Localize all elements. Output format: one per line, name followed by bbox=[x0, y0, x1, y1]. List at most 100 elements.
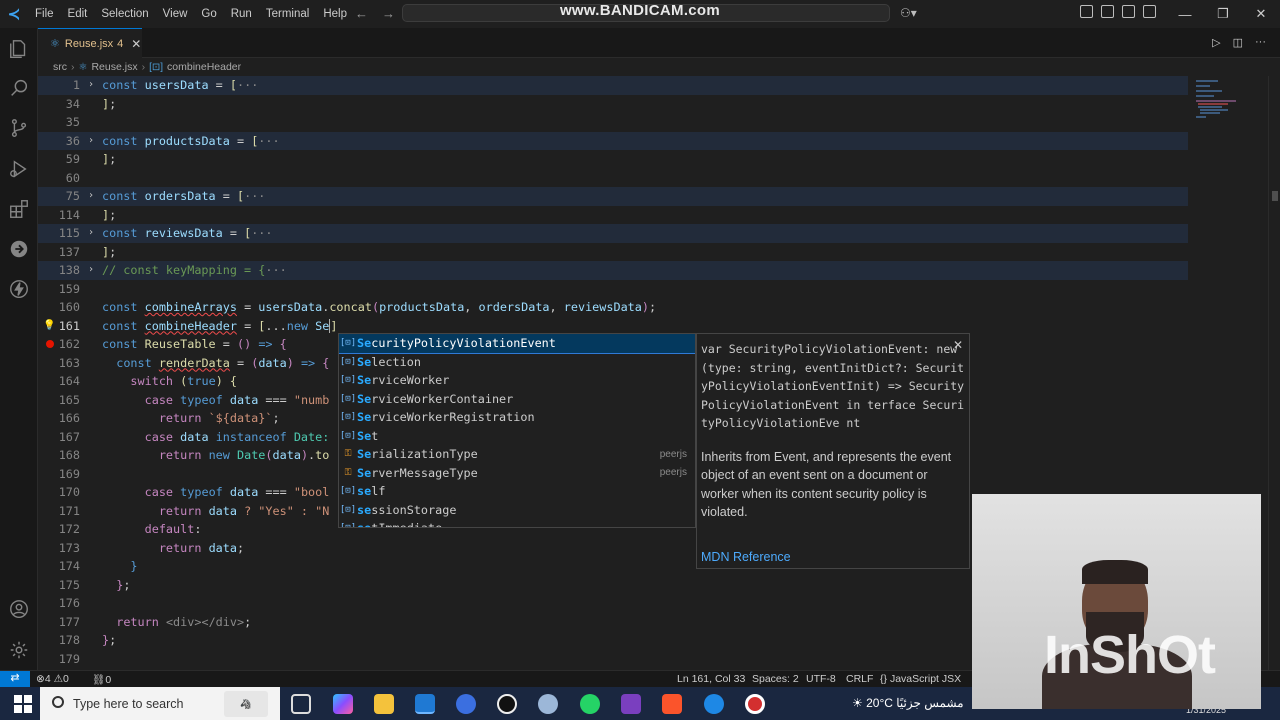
more-actions-icon[interactable]: ··· bbox=[1255, 36, 1266, 49]
toggle-primary-sidebar-icon[interactable] bbox=[1101, 5, 1114, 18]
toggle-panel-icon[interactable] bbox=[1122, 5, 1135, 18]
run-file-icon[interactable]: ▷ bbox=[1212, 36, 1220, 49]
fold-chevron-icon[interactable]: › bbox=[88, 224, 94, 243]
suggestion-item[interactable]: [⊡] SecurityPolicyViolationEvent bbox=[339, 334, 695, 354]
variable-icon: [⊡] bbox=[339, 375, 357, 386]
chevron-right-icon: › bbox=[71, 61, 75, 73]
react-file-icon: ⚛ bbox=[78, 61, 88, 73]
forward-arrow-icon[interactable]: → bbox=[382, 6, 395, 21]
code-line: 34]; bbox=[65, 96, 117, 111]
task-view-icon[interactable] bbox=[291, 694, 311, 714]
menu-go[interactable]: Go bbox=[194, 8, 223, 20]
type-icon: ⚿ bbox=[344, 467, 352, 478]
line-ending[interactable]: CRLF bbox=[846, 673, 873, 685]
close-window-icon[interactable]: ✕ bbox=[1242, 0, 1280, 28]
variable-icon: [⊡] bbox=[339, 356, 357, 367]
suggestion-item[interactable]: [⊡] ServiceWorkerRegistration bbox=[339, 408, 695, 427]
windows-start-icon[interactable] bbox=[14, 695, 32, 713]
suggestion-item[interactable]: [⊡] Selection bbox=[339, 353, 695, 372]
menu-help[interactable]: Help bbox=[316, 8, 354, 20]
copilot-app-icon[interactable] bbox=[333, 694, 353, 714]
indentation[interactable]: Spaces: 2 bbox=[752, 673, 799, 685]
tab-reuse-jsx[interactable]: ⚛ Reuse.jsx 4 ✕ bbox=[38, 28, 142, 58]
mdn-reference-link[interactable]: MDN Reference bbox=[701, 550, 791, 564]
search-icon[interactable] bbox=[7, 76, 31, 100]
source-control-icon[interactable] bbox=[7, 116, 31, 140]
thunder-icon[interactable] bbox=[7, 277, 31, 301]
weather-widget[interactable]: ☀ 20°C مشمس جزئيًا bbox=[852, 696, 964, 710]
suggestion-item[interactable]: [⊡] ServiceWorkerContainer bbox=[339, 390, 695, 409]
problems-indicator[interactable]: ⊗4 ⚠0 bbox=[36, 673, 69, 685]
remote-indicator-icon[interactable]: ⇄ bbox=[0, 671, 30, 688]
code-line: 35 bbox=[65, 115, 80, 129]
editor-tab-strip: ⚛ Reuse.jsx 4 ✕ ▷ ◫ ··· bbox=[38, 28, 1280, 58]
ports-indicator[interactable]: ⛓0 bbox=[92, 673, 111, 686]
code-line: 159 bbox=[58, 281, 80, 296]
menu-bar: File Edit Selection View Go Run Terminal… bbox=[28, 8, 354, 20]
suggestion-item[interactable]: ⚿ ServerMessageType peerjs bbox=[339, 464, 695, 483]
menu-view[interactable]: View bbox=[156, 8, 195, 20]
taskbar-search[interactable]: Type here to search 🦓 bbox=[40, 687, 280, 720]
close-tab-icon[interactable]: ✕ bbox=[131, 37, 141, 51]
breadcrumb-file[interactable]: Reuse.jsx bbox=[91, 61, 137, 73]
minimize-icon[interactable]: — bbox=[1166, 0, 1204, 28]
suggestion-item[interactable]: [⊡] sessionStorage bbox=[339, 501, 695, 520]
run-debug-icon[interactable] bbox=[7, 157, 31, 181]
github-icon[interactable] bbox=[497, 694, 517, 714]
cursor-position[interactable]: Ln 161, Col 33 bbox=[677, 673, 745, 685]
autocomplete-list: [⊡] SecurityPolicyViolationEvent [⊡] Selec… bbox=[338, 333, 696, 528]
copilot-icon[interactable]: ⚇▾ bbox=[900, 6, 917, 20]
vscode-taskbar-icon[interactable] bbox=[415, 694, 435, 714]
menu-terminal[interactable]: Terminal bbox=[259, 8, 316, 20]
menu-file[interactable]: File bbox=[28, 8, 61, 20]
menu-run[interactable]: Run bbox=[224, 8, 259, 20]
whatsapp-icon[interactable] bbox=[580, 694, 600, 714]
bandicam-record-icon[interactable] bbox=[745, 694, 765, 714]
fold-chevron-icon[interactable]: › bbox=[88, 132, 94, 151]
menu-edit[interactable]: Edit bbox=[61, 8, 95, 20]
chevron-right-icon: › bbox=[141, 61, 146, 73]
brave-browser-icon[interactable] bbox=[662, 694, 682, 714]
network-app-icon[interactable] bbox=[704, 694, 724, 714]
suggestion-item[interactable]: [⊡] Set bbox=[339, 427, 695, 446]
customize-layout-icon[interactable] bbox=[1080, 5, 1093, 18]
suggestion-item[interactable]: [⊡]setImmediate bbox=[339, 519, 695, 527]
back-arrow-icon[interactable]: ← bbox=[355, 6, 368, 21]
maximize-icon[interactable]: ❐ bbox=[1204, 0, 1242, 28]
fold-chevron-icon[interactable]: › bbox=[88, 187, 94, 206]
type-icon: ⚿ bbox=[344, 449, 352, 460]
breadcrumb-symbol[interactable]: combineHeader bbox=[167, 61, 241, 73]
code-line: 114]; bbox=[58, 207, 117, 222]
suggestion-item[interactable]: ⚿ SerializationType peerjs bbox=[339, 445, 695, 464]
visual-studio-icon[interactable] bbox=[621, 694, 641, 714]
code-line: 59]; bbox=[65, 152, 117, 166]
app-icon[interactable] bbox=[538, 694, 558, 714]
breadcrumb-folder[interactable]: src bbox=[53, 61, 67, 73]
encoding[interactable]: UTF-8 bbox=[806, 673, 836, 685]
split-editor-icon[interactable]: ◫ bbox=[1233, 36, 1243, 49]
code-line: 36 › const productsData = [··· bbox=[38, 131, 1188, 151]
scrollbar-thumb[interactable] bbox=[1272, 191, 1278, 201]
account-icon[interactable] bbox=[7, 597, 31, 621]
close-details-icon[interactable]: ✕ bbox=[953, 338, 963, 352]
activity-bar bbox=[0, 28, 38, 670]
menu-selection[interactable]: Selection bbox=[94, 8, 155, 20]
fold-chevron-icon[interactable]: › bbox=[88, 261, 94, 280]
settings-icon[interactable] bbox=[7, 638, 31, 662]
explorer-icon[interactable] bbox=[7, 37, 31, 61]
remote-explorer-icon[interactable] bbox=[7, 237, 31, 261]
code-line: 75 › const ordersData = [··· bbox=[38, 187, 1188, 206]
file-explorer-icon[interactable] bbox=[374, 694, 394, 714]
vertical-scrollbar[interactable] bbox=[1268, 76, 1280, 670]
language-mode[interactable]: {} JavaScript JSX bbox=[880, 673, 961, 685]
fold-chevron-icon[interactable]: › bbox=[88, 76, 94, 95]
variable-icon: [⊡] bbox=[339, 412, 357, 423]
extensions-icon[interactable] bbox=[7, 197, 31, 221]
variable-icon: [⊡] bbox=[149, 61, 164, 73]
search-highlight-image: 🦓 bbox=[224, 691, 268, 717]
todo-app-icon[interactable] bbox=[456, 694, 476, 714]
suggestion-item[interactable]: [⊡] self bbox=[339, 482, 695, 501]
suggestion-item[interactable]: [⊡] ServiceWorker bbox=[339, 371, 695, 390]
code-line: 137]; bbox=[58, 244, 117, 259]
toggle-secondary-sidebar-icon[interactable] bbox=[1143, 5, 1156, 18]
